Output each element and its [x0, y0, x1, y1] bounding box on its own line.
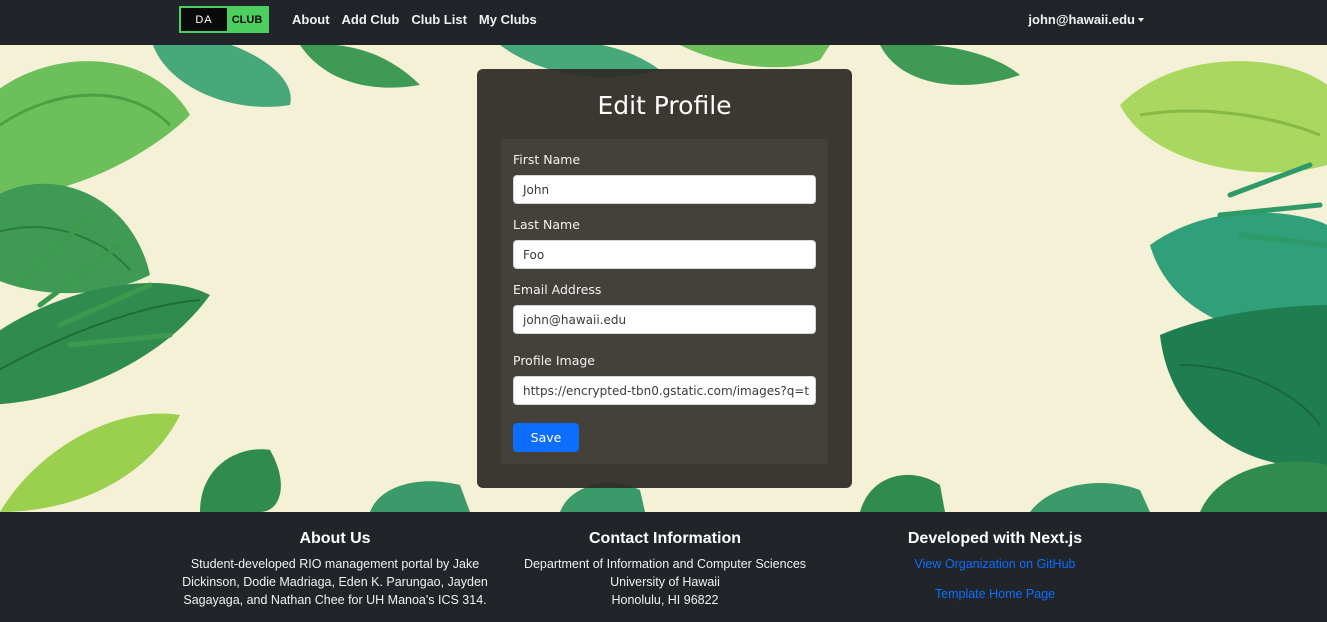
user-dropdown[interactable]: john@hawaii.edu — [1028, 12, 1144, 27]
caret-down-icon — [1138, 18, 1144, 22]
footer-about-title: About Us — [299, 530, 371, 547]
email-input[interactable]: john@hawaii.edu — [513, 305, 816, 334]
page-title: Edit Profile — [597, 91, 732, 120]
footer-about-line: Student-developed RIO management portal … — [190, 557, 480, 571]
footer-contact-title: Contact Information — [589, 530, 741, 547]
footer: About Us Student-developed RIO managemen… — [0, 512, 1327, 622]
footer-contact-line: Honolulu, HI 96822 — [611, 593, 719, 607]
footer-contact: Contact Information Department of Inform… — [500, 530, 830, 609]
nav-link-about[interactable]: About — [292, 12, 330, 27]
footer-dev-title: Developed with Next.js — [907, 530, 1083, 547]
github-link[interactable]: View Organization on GitHub — [830, 555, 1160, 573]
nav-link-add-club[interactable]: Add Club — [342, 12, 400, 27]
save-button[interactable]: Save — [513, 423, 579, 452]
footer-contact-line: University of Hawaii — [610, 575, 720, 589]
nav-link-club-list[interactable]: Club List — [411, 12, 467, 27]
profile-form: First Name John Last Name Foo Email Addr… — [501, 139, 828, 464]
edit-profile-card: Edit Profile First Name John Last Name F… — [477, 69, 852, 488]
footer-developed: Developed with Next.js View Organization… — [830, 530, 1160, 603]
footer-about-line: Sagayaga, and Nathan Chee for UH Manoa's… — [183, 593, 487, 607]
last-name-input[interactable]: Foo — [513, 240, 816, 269]
navbar: DA CLUB About Add Club Club List My Club… — [0, 0, 1327, 45]
nav-links: About Add Club Club List My Clubs — [292, 12, 537, 27]
footer-contact-line: Department of Information and Computer S… — [523, 557, 807, 571]
profile-image-label: Profile Image — [513, 353, 595, 368]
brand-logo[interactable]: DA CLUB — [179, 6, 269, 33]
first-name-label: First Name — [513, 152, 581, 167]
footer-about: About Us Student-developed RIO managemen… — [170, 530, 500, 609]
template-home-link[interactable]: Template Home Page — [830, 585, 1160, 603]
logo-club-text: CLUB — [227, 8, 267, 31]
nav-link-my-clubs[interactable]: My Clubs — [479, 12, 537, 27]
last-name-label: Last Name — [513, 217, 580, 232]
user-email: john@hawaii.edu — [1028, 12, 1135, 27]
logo-da-text: DA — [181, 8, 227, 31]
first-name-input[interactable]: John — [513, 175, 816, 204]
footer-about-line: Dickinson, Dodie Madriaga, Eden K. Parun… — [182, 575, 488, 589]
email-label: Email Address — [513, 282, 602, 297]
profile-image-input[interactable]: https://encrypted-tbn0.gstatic.com/image… — [513, 376, 816, 405]
